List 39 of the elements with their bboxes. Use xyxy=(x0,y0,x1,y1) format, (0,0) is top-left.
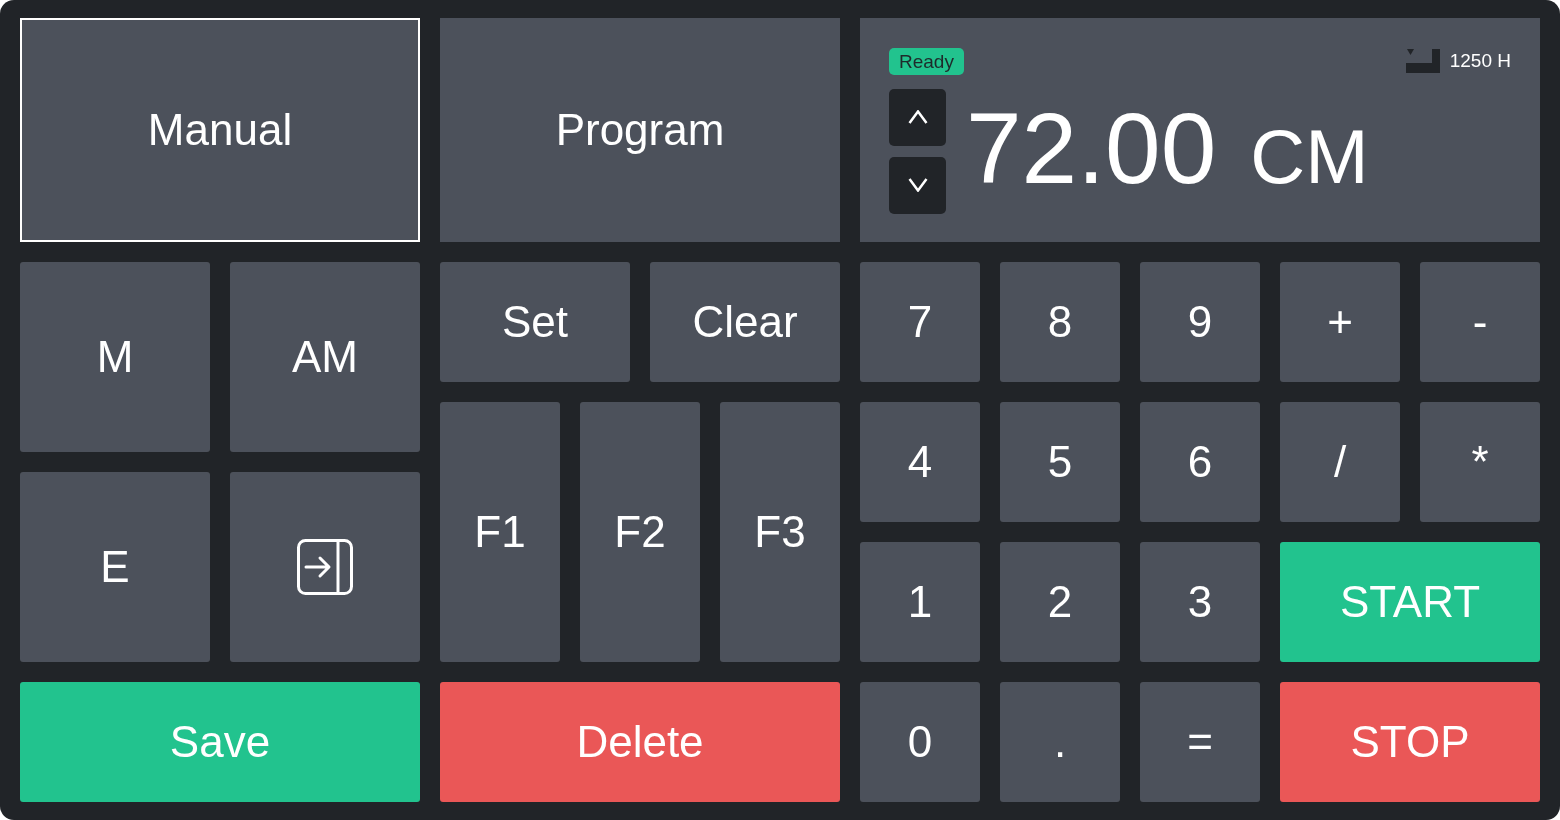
counter-reading: 1250 H xyxy=(1449,49,1511,73)
key-button[interactable]: AM xyxy=(230,262,420,452)
danger-button[interactable]: Delete xyxy=(440,682,840,802)
key-button[interactable]: = xyxy=(1140,682,1260,802)
key-button[interactable]: Set xyxy=(440,262,630,382)
key-button[interactable]: 4 xyxy=(860,402,980,522)
key-button[interactable]: F1 xyxy=(440,402,560,662)
key-button[interactable]: 0 xyxy=(860,682,980,802)
key-button[interactable]: Clear xyxy=(650,262,840,382)
mode-tab[interactable]: Manual xyxy=(20,18,420,242)
key-button[interactable]: E xyxy=(20,472,210,662)
key-button[interactable]: F3 xyxy=(720,402,840,662)
measurement-value: 72.00 xyxy=(966,92,1217,203)
unit-label: CM xyxy=(1250,112,1369,201)
chevron-down-icon xyxy=(907,178,928,192)
decrease-button[interactable] xyxy=(889,156,946,214)
key-button[interactable]: F2 xyxy=(580,402,700,662)
key-button[interactable]: 9 xyxy=(1140,262,1260,382)
key-button[interactable]: 7 xyxy=(860,262,980,382)
key-button[interactable]: 3 xyxy=(1140,542,1260,662)
status-badge: Ready xyxy=(889,47,964,75)
chevron-up-icon xyxy=(907,110,928,124)
key-button[interactable]: * xyxy=(1420,402,1540,522)
increase-button[interactable] xyxy=(889,88,946,146)
key-button[interactable]: / xyxy=(1280,402,1400,522)
key-button[interactable]: 8 xyxy=(1000,262,1120,382)
mode-tab[interactable]: Program xyxy=(440,18,840,242)
key-button[interactable]: 5 xyxy=(1000,402,1120,522)
key-button[interactable]: - xyxy=(1420,262,1540,382)
key-button[interactable]: 6 xyxy=(1140,402,1260,522)
arrow-into-panel-icon xyxy=(297,539,353,595)
key-button[interactable]: . xyxy=(1000,682,1120,802)
danger-button[interactable]: STOP xyxy=(1280,682,1540,802)
step-corner-icon xyxy=(1405,49,1440,74)
icon-key-button[interactable] xyxy=(230,472,420,662)
key-button[interactable]: 1 xyxy=(860,542,980,662)
key-button[interactable]: + xyxy=(1280,262,1400,382)
key-button[interactable]: M xyxy=(20,262,210,452)
key-button[interactable]: 2 xyxy=(1000,542,1120,662)
